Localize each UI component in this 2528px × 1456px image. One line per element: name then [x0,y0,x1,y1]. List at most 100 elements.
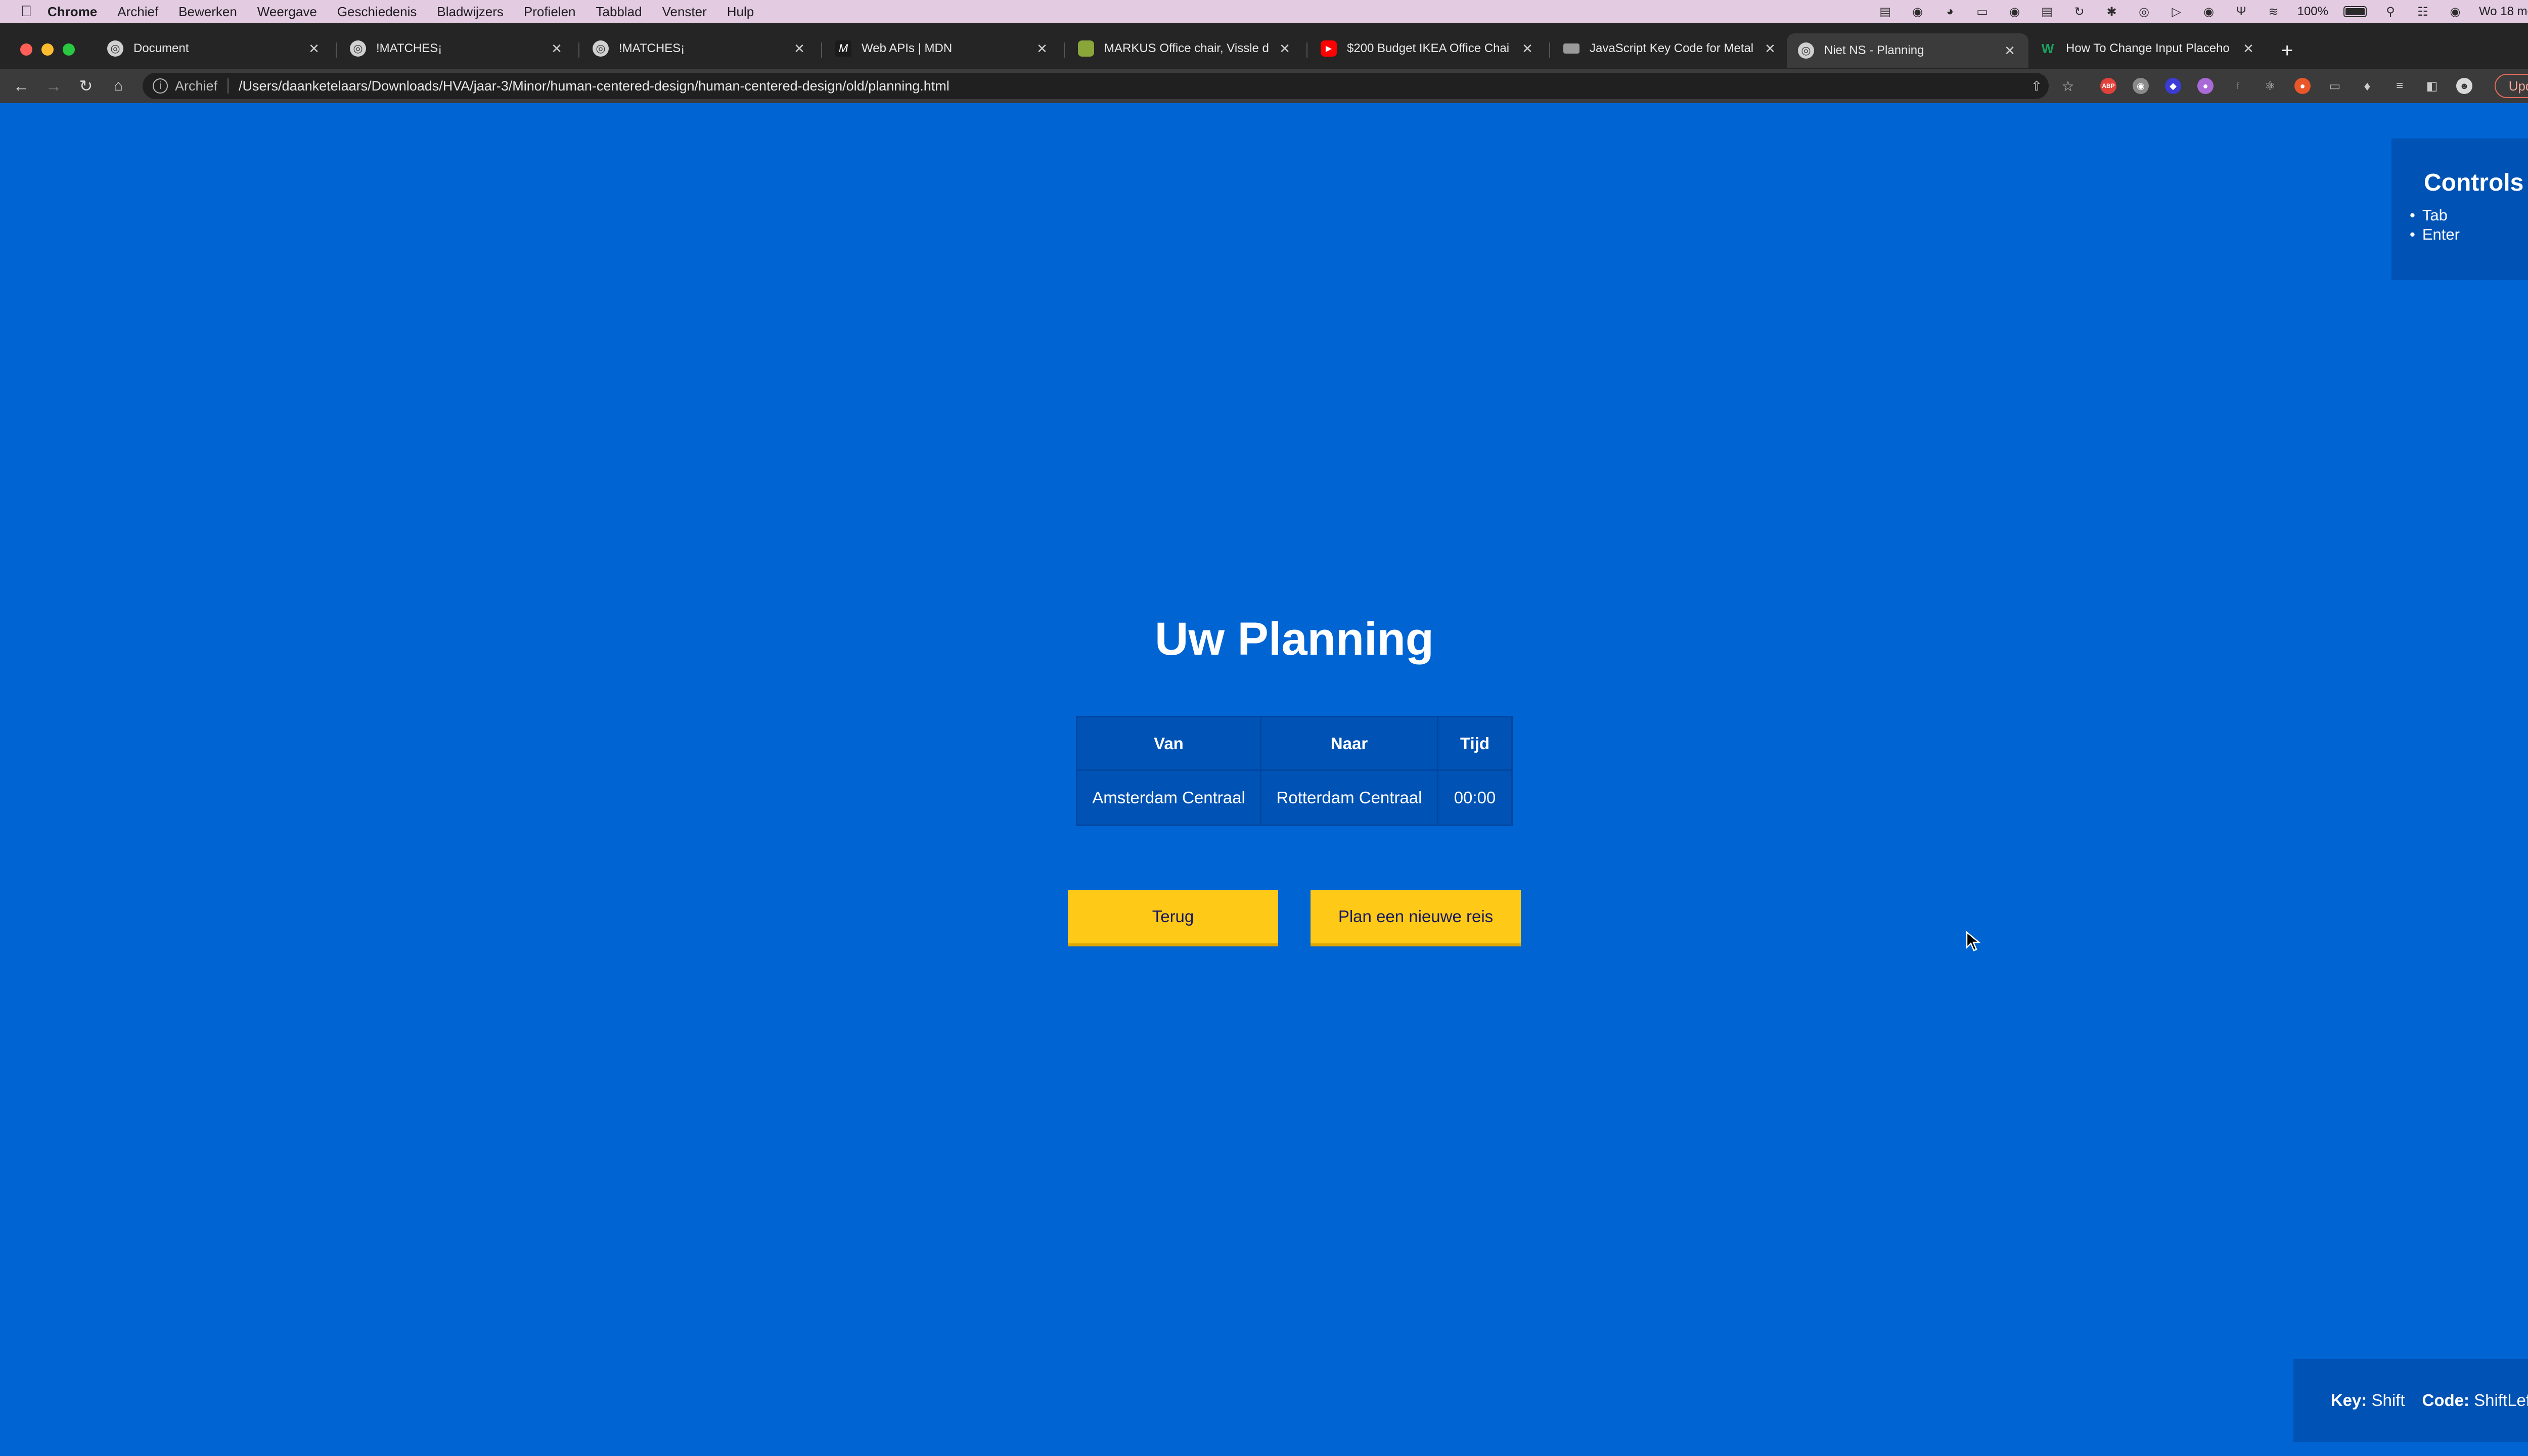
pacman-icon[interactable]: ◕ [1942,4,1959,19]
menu-app-chrome[interactable]: Chrome [37,4,107,20]
antenna-icon[interactable]: Ψ [2233,4,2250,19]
tab-document[interactable]: ◎ Document ✕ [96,33,333,64]
menu-bar-clock[interactable]: Wo 18 mei 19:19 [2479,5,2528,19]
tab-web-apis-mdn[interactable]: M Web APIs | MDN ✕ [824,33,1061,64]
cell-time: 00:00 [1437,769,1513,826]
wd-drive-icon[interactable]: ▤ [1877,4,1894,19]
menu-archief[interactable]: Archief [107,4,168,20]
keyboard-icon [1563,43,1579,54]
discord-icon[interactable]: ◉ [2006,4,2023,19]
table-row: Amsterdam Centraal Rotterdam Centraal 00… [1076,769,1513,826]
extension-purple-icon[interactable]: ◆ [2165,78,2181,94]
close-tab-icon[interactable]: ✕ [549,41,564,57]
extension-f-icon[interactable]: f [2230,78,2246,94]
tab-title: JavaScript Key Code for Metal [1590,41,1754,55]
bookmark-star-icon[interactable]: ☆ [2060,78,2076,94]
plan-new-trip-button[interactable]: Plan een nieuwe reis [1311,890,1521,946]
close-tab-icon[interactable]: ✕ [1034,41,1050,57]
play-icon[interactable]: ▷ [2168,4,2185,19]
sidebar-extension-icon[interactable]: ▭ [2327,78,2343,94]
column-header-naar: Naar [1260,716,1438,771]
display-icon[interactable]: ▤ [2039,4,2056,19]
back-button[interactable]: Terug [1068,890,1278,946]
side-panel-icon[interactable]: ◧ [2424,78,2440,94]
tab-markus-chair[interactable]: MARKUS Office chair, Vissle d ✕ [1067,33,1303,64]
creative-cloud-icon[interactable]: ◉ [1909,4,1926,19]
address-bar[interactable]: i Archief /Users/daanketelaars/Downloads… [143,73,2049,99]
profile-avatar[interactable]: ☻ [2456,78,2472,94]
code-readout: Code: ShiftLeft [2422,1391,2528,1410]
info-icon[interactable]: i [153,78,168,94]
page-content: Controls Tab Enter Uw Planning Van Naar … [0,103,2528,1456]
focus-icon[interactable]: ◉ [2200,4,2218,19]
forward-arrow-icon[interactable]: → [43,76,64,96]
close-tab-icon[interactable]: ✕ [792,41,807,57]
spotlight-search-icon[interactable]: ⚲ [2382,4,2399,19]
browser-toolbar: ← → ↻ ⌂ i Archief /Users/daanketelaars/D… [0,69,2528,103]
menu-profielen[interactable]: Profielen [514,4,586,20]
reading-list-icon[interactable]: ≡ [2391,78,2408,94]
menu-venster[interactable]: Venster [652,4,717,20]
close-window-icon[interactable] [20,43,32,56]
w-icon: W [2041,40,2054,56]
menu-hulp[interactable]: Hulp [717,4,764,20]
close-tab-icon[interactable]: ✕ [1763,41,1778,57]
key-display-panel: Key: Shift Code: ShiftLeft [2293,1359,2528,1442]
window-icon[interactable]: ▭ [1974,4,1991,19]
time-machine-icon[interactable]: ↻ [2071,4,2088,19]
close-tab-icon[interactable]: ✕ [1277,41,1292,57]
bluetooth-icon[interactable]: ✱ [2103,4,2120,19]
address-separator [228,78,229,94]
menu-bar-status-area: ▤ ◉ ◕ ▭ ◉ ▤ ↻ ✱ ◎ ▷ ◉ Ψ ≋ 100% ⚲ ☷ ◉ Wo … [1877,0,2528,23]
extension-violet-icon[interactable]: ● [2197,78,2214,94]
tab-matches-2[interactable]: ◎ !MATCHES¡ ✕ [581,33,818,64]
minimize-window-icon[interactable] [41,43,54,56]
menu-tabblad[interactable]: Tabblad [586,4,652,20]
menu-bewerken[interactable]: Bewerken [168,4,247,20]
wifi-icon[interactable]: ≋ [2265,4,2282,19]
close-tab-icon[interactable]: ✕ [306,41,322,57]
ikea-icon [1078,40,1094,57]
close-tab-icon[interactable]: ✕ [2241,41,2256,57]
controls-item-enter: Enter [2422,225,2528,244]
tab-niet-ns-planning[interactable]: ◎ Niet NS - Planning ✕ [1787,33,2028,68]
glasses-icon[interactable]: ◎ [2136,4,2153,19]
menu-bladwijzers[interactable]: Bladwijzers [427,4,514,20]
apple-menu-icon[interactable]:  [15,0,37,23]
controls-title: Controls [2424,169,2524,196]
planning-table: Van Naar Tijd Amsterdam Centraal Rotterd… [1076,716,1513,826]
new-tab-icon[interactable]: + [2281,39,2293,62]
control-center-icon[interactable]: ☷ [2414,4,2431,19]
back-arrow-icon[interactable]: ← [11,76,31,96]
extension-orange-icon[interactable]: ● [2294,78,2311,94]
close-tab-icon[interactable]: ✕ [1520,41,1535,57]
share-icon[interactable]: ⇧ [2028,78,2045,94]
tab-title: Niet NS - Planning [1824,43,1924,57]
react-devtools-icon[interactable]: ⚛ [2262,78,2278,94]
extensions-puzzle-icon[interactable]: ♦ [2359,78,2375,94]
update-chrome-button[interactable]: Updaten [2494,74,2528,98]
tab-title: MARKUS Office chair, Vissle d [1104,41,1269,55]
tab-separator [578,42,579,58]
table-header-row: Van Naar Tijd [1076,716,1513,771]
zoom-window-icon[interactable] [63,43,75,56]
menu-geschiedenis[interactable]: Geschiedenis [327,4,427,20]
tab-separator [336,42,337,58]
tab-change-input-placeholder[interactable]: W How To Change Input Placeho ✕ [2028,33,2267,64]
reload-icon[interactable]: ↻ [76,76,96,96]
code-value: ShiftLeft [2474,1391,2528,1409]
close-tab-icon[interactable]: ✕ [2002,43,2017,59]
siri-icon[interactable]: ◉ [2447,4,2464,19]
address-url[interactable]: /Users/daanketelaars/Downloads/HVA/jaar-… [239,78,950,94]
battery-icon[interactable] [2343,6,2367,17]
home-icon[interactable]: ⌂ [108,76,128,96]
menu-weergave[interactable]: Weergave [247,4,327,20]
camera-extension-icon[interactable]: ◉ [2133,78,2149,94]
tab-matches-1[interactable]: ◎ !MATCHES¡ ✕ [339,33,575,64]
tab-javascript-keycode[interactable]: JavaScript Key Code for Metal ✕ [1552,33,1789,64]
tab-budget-chair-video[interactable]: ▶ $200 Budget IKEA Office Chai ✕ [1310,33,1546,64]
adblock-plus-icon[interactable]: ABP [2100,78,2116,94]
column-header-van: Van [1076,716,1261,771]
address-scheme-label: Archief [175,78,218,94]
key-label: Key: [2330,1391,2367,1409]
